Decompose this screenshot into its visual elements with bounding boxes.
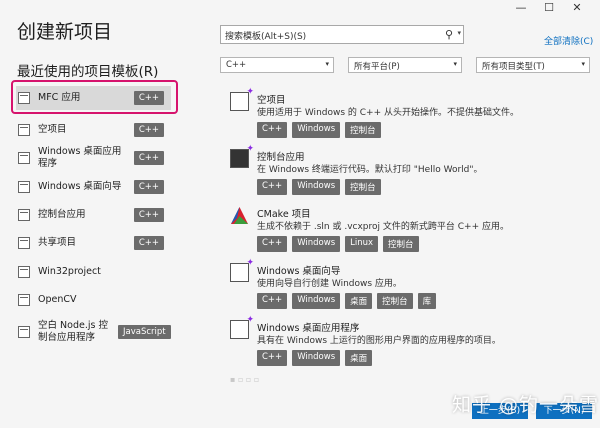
tag-badge: Windows [292,236,341,252]
tag-badge: C++ [257,179,288,195]
language-filter[interactable]: C++ ▾ [220,57,334,73]
project-type-filter-value: 所有项目类型(T) [482,62,545,72]
windows-desktop-wizard-icon: ✦ [230,258,254,282]
watermark: 知乎 @钓一朵雪 [452,394,600,416]
template-name: 控制台应用 [257,152,305,163]
windows-desktop-app-icon: ✦ [230,315,254,339]
clear-all-link[interactable]: 全部清除(C) [544,34,593,47]
tag-badge: C++ [257,293,288,309]
console-app-icon: ✦ [230,144,254,168]
language-badge: JavaScript [118,325,171,339]
more-templates-fade: ▪ ▫ ▫ ▫ [230,375,260,384]
language-badge: C++ [133,123,164,137]
language-badge: C++ [133,180,164,194]
recent-item-label: OpenCV [38,294,77,305]
recent-item-opencv[interactable]: OpenCV [18,290,164,310]
cmake-icon [230,206,249,225]
console-app-icon [18,209,30,221]
tag-badge: C++ [257,122,288,138]
tag-badge: 控制台 [377,293,413,309]
tag-badge: C++ [257,236,288,252]
language-badge: C++ [133,236,164,250]
recent-item-label: 共享项目 [38,237,77,248]
chevron-down-icon[interactable]: ▾ [457,29,461,37]
recent-item-label: Windows 桌面向导 [38,181,122,192]
tag-badge: 桌面 [345,293,373,309]
tag-badge: 桌面 [345,350,373,366]
tag-badge: Linux [345,236,379,252]
page-title: 创建新项目 [17,21,113,43]
template-description: 在 Windows 终端运行代码。默认打印 "Hello World"。 [257,165,483,175]
template-search-input[interactable]: 搜索模板(Alt+S)(S) ⚲ ▾ [220,25,464,44]
recent-item-windows-desktop-wizard[interactable]: Windows 桌面向导 C++ [18,177,164,197]
platform-filter[interactable]: 所有平台(P) ▾ [348,57,462,73]
tag-badge: Windows [292,122,341,138]
language-badge: C++ [133,208,164,222]
selection-highlight-box [11,80,178,114]
template-description: 使用向导自行创建 Windows 应用。 [257,279,402,289]
win32-project-icon [18,266,30,278]
template-description: 具有在 Windows 上运行的图形用户界面的应用程序的项目。 [257,336,501,346]
empty-project-icon: ✦ [230,87,254,111]
template-name: Windows 桌面应用程序 [257,323,360,334]
windows-desktop-wizard-icon [18,181,30,193]
recent-item-label: Windows 桌面应用程序 [38,146,122,169]
tag-badge: Windows [292,293,341,309]
tag-badge: Windows [292,350,341,366]
tag-badge: Windows [292,179,341,195]
recent-item-nodejs-console[interactable]: 空白 Node.js 控制台应用程序 JavaScript [18,320,171,344]
minimize-button[interactable]: — [510,2,532,14]
language-filter-value: C++ [226,60,247,70]
tag-badge: 控制台 [345,179,381,195]
recent-item-label: 控制台应用 [38,209,86,220]
empty-project-icon [18,124,30,136]
language-badge: C++ [133,151,164,165]
tag-badge: 控制台 [345,122,381,138]
platform-filter-value: 所有平台(P) [354,62,400,72]
recent-item-empty-project[interactable]: 空项目 C++ [18,120,164,140]
project-type-filter[interactable]: 所有项目类型(T) ▾ [476,57,590,73]
maximize-button[interactable]: ☐ [538,2,560,14]
tag-badge: 库 [417,293,437,309]
recent-item-label: Win32project [38,266,101,277]
template-name: CMake 项目 [257,209,311,220]
recent-item-win32project[interactable]: Win32project [18,262,164,282]
chevron-down-icon: ▾ [453,60,457,68]
chevron-down-icon: ▾ [325,60,329,68]
template-name: Windows 桌面向导 [257,266,341,277]
shared-project-icon [18,237,30,249]
recent-templates-heading: 最近使用的项目模板(R) [17,64,159,80]
recent-item-shared-project[interactable]: 共享项目 C++ [18,233,164,253]
search-icon[interactable]: ⚲ [445,28,453,41]
recent-item-console-app[interactable]: 控制台应用 C++ [18,205,164,225]
chevron-down-icon: ▾ [581,60,585,68]
windows-desktop-app-icon [18,152,30,164]
close-button[interactable]: ✕ [566,2,588,14]
nodejs-project-icon [18,326,30,338]
search-placeholder: 搜索模板(Alt+S)(S) [225,32,307,42]
recent-item-label: 空项目 [38,124,67,135]
recent-item-label: 空白 Node.js 控制台应用程序 [38,320,108,343]
template-description: 生成不依赖于 .sln 或 .vcxproj 文件的新式跨平台 C++ 应用。 [257,222,509,232]
tag-badge: 控制台 [383,236,419,252]
tag-badge: C++ [257,350,288,366]
template-description: 使用适用于 Windows 的 C++ 从头开始操作。不提供基础文件。 [257,108,519,118]
opencv-project-icon [18,294,30,306]
template-name: 空项目 [257,95,286,106]
recent-item-windows-desktop-app[interactable]: Windows 桌面应用程序 C++ [18,146,164,169]
